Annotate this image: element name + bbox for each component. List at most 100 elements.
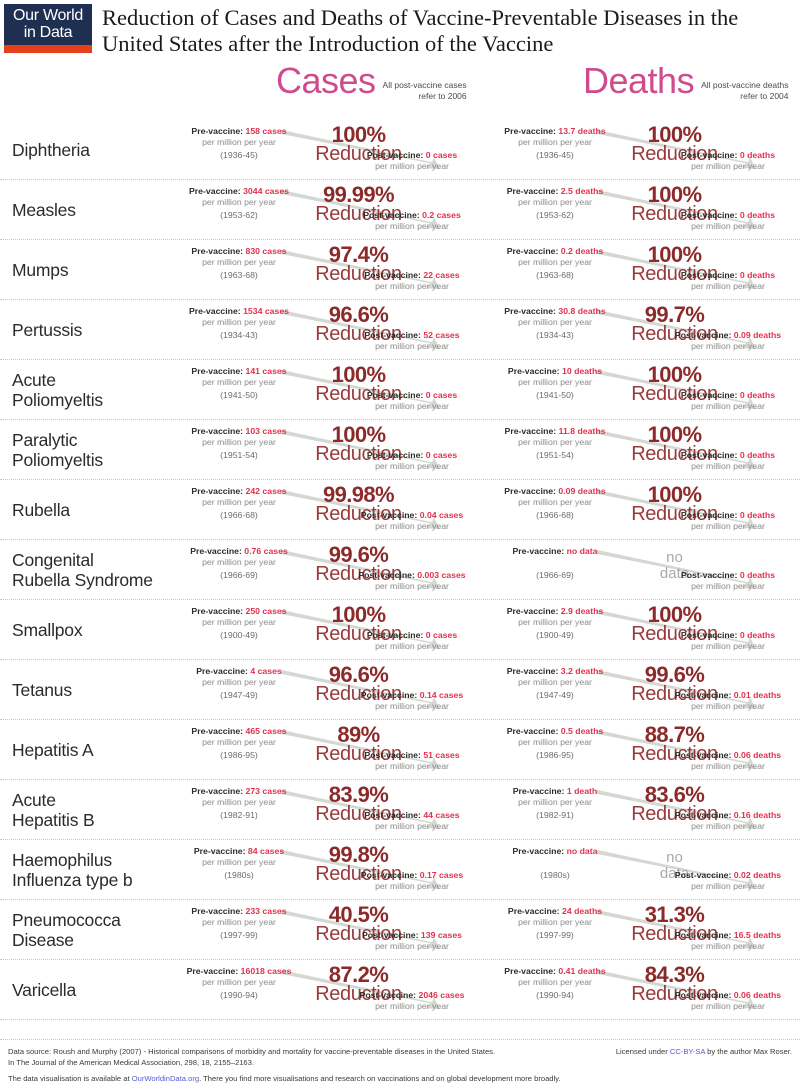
pre-vaccine-unit: per million per year	[518, 797, 592, 807]
cases-panel: Pre-vaccine: 465 cases per million per ye…	[168, 720, 484, 779]
post-vaccine-value: Post-vaccine: 0 deaths	[658, 450, 798, 461]
deaths-post-vaccine-block: Post-vaccine: 0 deaths per million per ye…	[658, 210, 798, 233]
post-vaccine-unit: per million per year	[691, 341, 765, 351]
deaths-panel: Pre-vaccine: 3.2 deaths per million per y…	[484, 660, 800, 719]
disease-name: Measles	[12, 199, 76, 220]
pre-vaccine-prefix: Pre-vaccine:	[504, 426, 557, 436]
pre-vaccine-years: (1966-68)	[536, 509, 574, 520]
pre-vaccine-unit: per million per year	[202, 437, 276, 447]
pre-vaccine-unit: per million per year	[518, 677, 592, 687]
pre-vaccine-value: Pre-vaccine: 830 cases	[174, 246, 304, 257]
table-row: Smallpox Pre-vaccine: 250 cases per millio…	[0, 600, 800, 660]
deaths-panel: Pre-vaccine: 30.8 deaths per million per …	[484, 300, 800, 359]
post-vaccine-value: Post-vaccine: 0.04 cases	[342, 510, 482, 521]
pre-vaccine-prefix: Pre-vaccine:	[191, 726, 244, 736]
pre-vaccine-number: 141 cases	[245, 366, 287, 376]
deaths-panel: Pre-vaccine: 13.7 deaths per million per …	[484, 120, 800, 179]
pre-vaccine-unit: per million per year	[518, 737, 592, 747]
post-vaccine-prefix: Post-vaccine:	[680, 510, 738, 520]
deaths-post-vaccine-block: Post-vaccine: 0.09 deaths per million per…	[658, 330, 798, 353]
deaths-pre-vaccine-block: Pre-vaccine: 2.9 deaths per million per y…	[490, 606, 620, 642]
post-vaccine-prefix: Post-vaccine:	[680, 270, 738, 280]
post-vaccine-prefix: Post-vaccine:	[680, 450, 738, 460]
logo-orange-bar	[4, 45, 92, 53]
post-vaccine-unit: per million per year	[691, 581, 765, 591]
post-vaccine-prefix: Post-vaccine:	[366, 150, 424, 160]
post-vaccine-unit: per million per year	[691, 941, 765, 951]
table-row: Pneumococca Disease Pre-vaccine: 233 case…	[0, 900, 800, 960]
cases-post-vaccine-block: Post-vaccine: 0 cases per million per yea…	[342, 150, 482, 173]
disease-name: Rubella	[12, 499, 70, 520]
pre-vaccine-unit: per million per year	[518, 137, 592, 147]
pre-vaccine-number: 103 cases	[245, 426, 287, 436]
pre-vaccine-prefix: Pre-vaccine:	[191, 606, 244, 616]
disease-name-cell: Tetanus	[0, 660, 168, 719]
pre-vaccine-prefix: Pre-vaccine:	[196, 666, 248, 676]
post-vaccine-prefix: Post-vaccine:	[364, 270, 421, 280]
deaths-post-vaccine-block: Post-vaccine: 16.5 deaths per million per…	[658, 930, 798, 953]
post-vaccine-prefix: Post-vaccine:	[363, 210, 420, 220]
deaths-post-vaccine-block: Post-vaccine: 0.01 deaths per million per…	[658, 690, 798, 713]
post-vaccine-number: 51 cases	[423, 750, 460, 760]
post-vaccine-value: Post-vaccine: 0.14 cases	[342, 690, 482, 701]
logo-box: Our World in Data	[4, 4, 92, 45]
post-vaccine-number: 0 deaths	[739, 630, 776, 640]
pre-vaccine-years: (1963-68)	[220, 269, 258, 280]
availability-prefix: The data visualisation is available at	[8, 1073, 132, 1083]
disease-name: Hepatitis A	[12, 739, 94, 760]
cases-pre-vaccine-block: Pre-vaccine: 1534 cases per million per y…	[174, 306, 304, 342]
license-link[interactable]: CC-BY-SA	[670, 1047, 705, 1056]
post-vaccine-unit: per million per year	[375, 881, 449, 891]
pre-vaccine-number: 0.5 deaths	[560, 726, 604, 736]
post-vaccine-unit: per million per year	[375, 1001, 449, 1011]
license-suffix: by the author Max Roser.	[705, 1046, 792, 1056]
post-vaccine-prefix: Post-vaccine:	[366, 450, 424, 460]
pre-vaccine-years: (1941-50)	[536, 389, 574, 400]
deaths-note: All post-vaccine deaths refer to 2004	[701, 80, 789, 101]
post-vaccine-unit: per million per year	[375, 941, 449, 951]
cases-post-vaccine-block: Post-vaccine: 0 cases per million per yea…	[342, 630, 482, 653]
pre-vaccine-value: Pre-vaccine: 2.9 deaths	[490, 606, 620, 617]
deaths-pre-vaccine-block: Pre-vaccine: 0.5 deaths per million per y…	[490, 726, 620, 762]
pre-vaccine-years: (1941-50)	[220, 389, 258, 400]
cases-panel: Pre-vaccine: 273 cases per million per ye…	[168, 780, 484, 839]
post-vaccine-number: 0.17 cases	[419, 870, 464, 880]
post-vaccine-prefix: Post-vaccine:	[674, 990, 732, 1000]
post-vaccine-unit: per million per year	[375, 581, 449, 591]
pre-vaccine-years: (1990-94)	[536, 989, 574, 1000]
pre-vaccine-unit: per million per year	[518, 377, 592, 387]
availability-note: The data visualisation is available at O…	[8, 1069, 792, 1085]
post-vaccine-unit: per million per year	[691, 461, 765, 471]
owid-site-link[interactable]: OurWorldinData.org	[132, 1074, 199, 1083]
cases-post-vaccine-block: Post-vaccine: 2046 cases per million per …	[342, 990, 482, 1013]
logo-line-2: in Data	[23, 24, 73, 41]
pre-vaccine-years: (1900-49)	[220, 629, 258, 640]
disease-name-cell: Pneumococca Disease	[0, 900, 168, 959]
deaths-pre-vaccine-block: Pre-vaccine: 11.8 deaths per million per …	[490, 426, 620, 462]
pre-vaccine-prefix: Pre-vaccine:	[506, 726, 559, 736]
cases-panel: Pre-vaccine: 141 cases per million per ye…	[168, 360, 484, 419]
post-vaccine-prefix: Post-vaccine:	[364, 750, 421, 760]
pre-vaccine-years: (1900-49)	[536, 629, 574, 640]
pre-vaccine-number: 0.09 deaths	[558, 486, 606, 496]
post-vaccine-number: 0.003 cases	[417, 570, 466, 580]
post-vaccine-unit: per million per year	[691, 221, 765, 231]
pre-vaccine-number: 11.8 deaths	[558, 426, 606, 436]
post-vaccine-unit: per million per year	[691, 1001, 765, 1011]
cases-pre-vaccine-block: Pre-vaccine: 233 cases per million per ye…	[174, 906, 304, 942]
disease-name: Mumps	[12, 259, 69, 280]
pre-vaccine-number: 10 deaths	[562, 366, 603, 376]
cases-pre-vaccine-block: Pre-vaccine: 0.76 cases per million per y…	[174, 546, 304, 582]
cases-panel: Pre-vaccine: 84 cases per million per yea…	[168, 840, 484, 899]
owid-logo[interactable]: Our World in Data	[4, 4, 92, 53]
disease-name: Smallpox	[12, 619, 83, 640]
post-vaccine-number: 44 cases	[423, 810, 460, 820]
pre-vaccine-years: (1990-94)	[220, 989, 258, 1000]
pre-vaccine-number: 465 cases	[245, 726, 287, 736]
deaths-panel: Pre-vaccine: 0.5 deaths per million per y…	[484, 720, 800, 779]
deaths-post-vaccine-block: Post-vaccine: 0 deaths per million per ye…	[658, 270, 798, 293]
pre-vaccine-unit: per million per year	[202, 617, 276, 627]
pre-vaccine-years: (1953-62)	[536, 209, 574, 220]
pre-vaccine-number: 4 cases	[250, 666, 282, 676]
pre-vaccine-unit: per million per year	[202, 797, 276, 807]
